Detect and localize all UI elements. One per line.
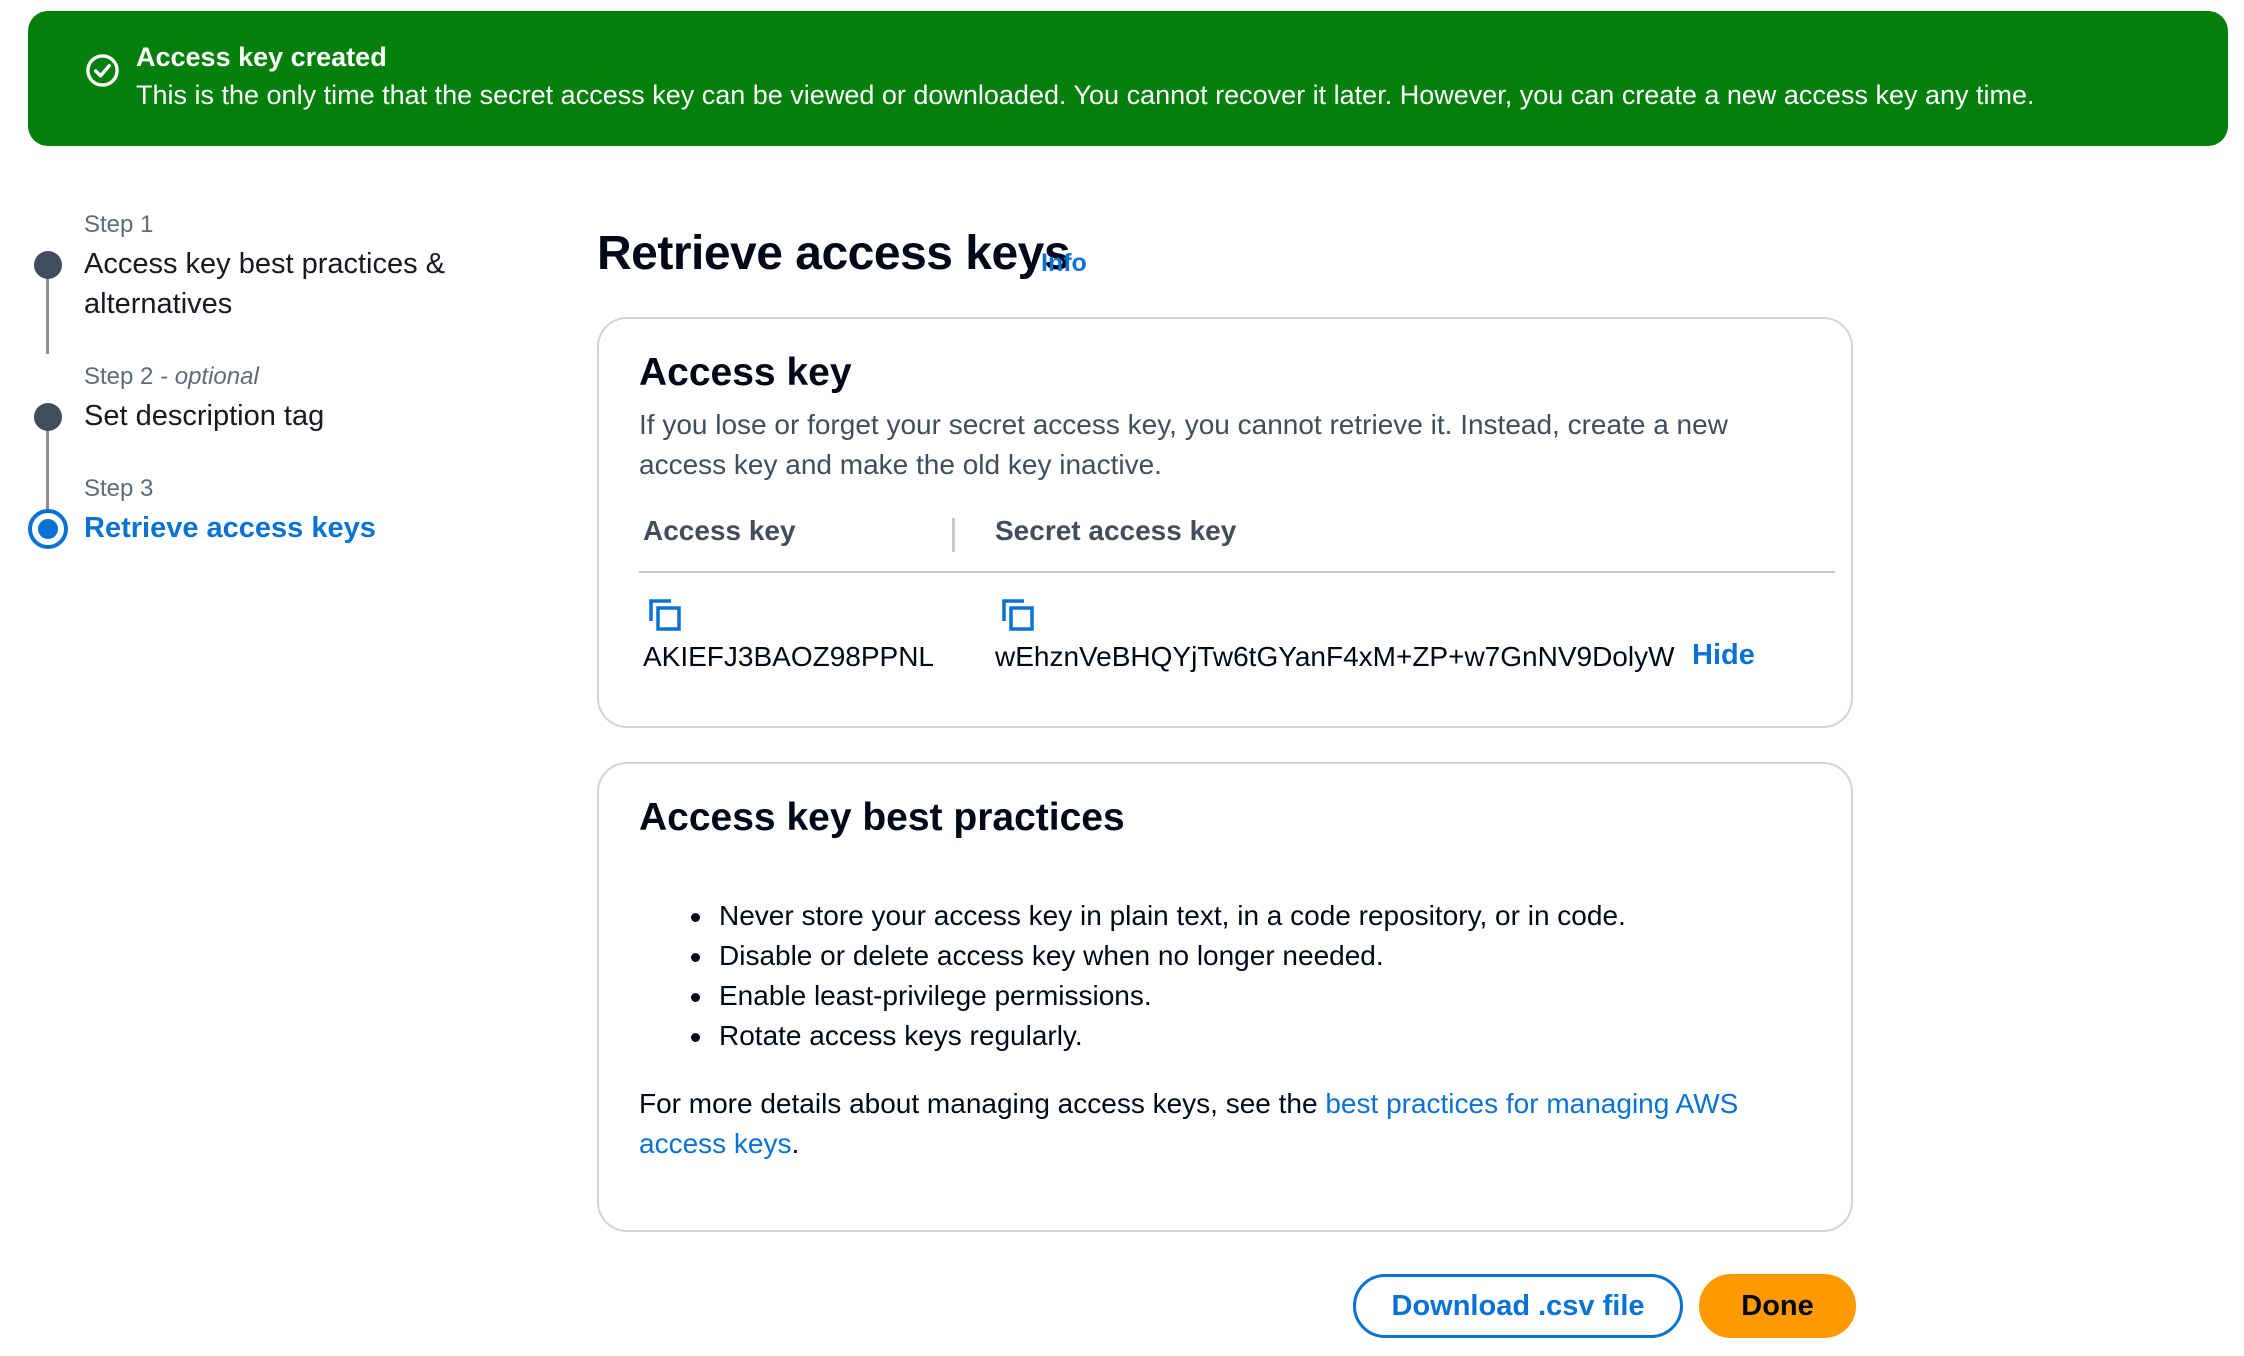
flash-title: Access key created [136, 42, 387, 72]
hide-secret-key-link[interactable]: Hide [1692, 639, 1755, 672]
column-header-access-key: Access key [643, 515, 796, 546]
table-divider [639, 571, 1835, 573]
download-csv-button[interactable]: Download .csv file [1353, 1274, 1683, 1338]
check-circle-icon [86, 54, 119, 87]
step-connector [46, 430, 49, 510]
success-flash-banner: Access key created This is the only time… [28, 11, 2228, 146]
step-3-title: Retrieve access keys [84, 512, 376, 544]
best-practices-list: Never store your access key in plain tex… [679, 896, 1626, 1056]
best-practices-footer: For more details about managing access k… [639, 1088, 1739, 1159]
step-2-number: Step 2 - optional [84, 363, 259, 390]
column-separator [952, 518, 955, 552]
step-1-number: Step 1 [84, 211, 154, 238]
page-title: Retrieve access keys [597, 227, 1071, 280]
best-practices-heading: Access key best practices [639, 796, 1125, 839]
step-3-number: Step 3 [84, 475, 154, 502]
secret-access-key-value: wEhznVeBHQYjTw6tGYanF4xM+ZP+w7GnNV9DolyW [995, 641, 1675, 672]
access-key-container: Access key If you lose or forget your se… [597, 317, 1853, 728]
info-link[interactable]: Info [1041, 249, 1087, 278]
access-key-heading: Access key [639, 351, 852, 394]
copy-secret-key-icon[interactable] [1000, 597, 1036, 633]
column-header-secret-access-key: Secret access key [995, 515, 1237, 546]
wizard-step-navigation: Step 1 Access key best practices & alter… [0, 200, 520, 560]
done-button[interactable]: Done [1699, 1274, 1856, 1338]
step-2-indicator [34, 403, 62, 431]
list-item: Rotate access keys regularly. [679, 1016, 1626, 1056]
access-key-value: AKIEFJ3BAOZ98PPNL [643, 641, 935, 672]
list-item: Disable or delete access key when no lon… [679, 936, 1626, 976]
step-1-title[interactable]: Access key best practices & alternatives [84, 244, 445, 324]
step-1-indicator [34, 251, 62, 279]
step-2-title[interactable]: Set description tag [84, 396, 324, 436]
step-3-indicator [28, 509, 68, 549]
flash-message: This is the only time that the secret ac… [136, 80, 2035, 110]
list-item: Never store your access key in plain tex… [679, 896, 1626, 936]
best-practices-container: Access key best practices Never store yo… [597, 762, 1853, 1232]
copy-access-key-icon[interactable] [647, 597, 683, 633]
list-item: Enable least-privilege permissions. [679, 976, 1626, 1016]
access-key-description: If you lose or forget your secret access… [639, 409, 1728, 480]
step-connector [46, 276, 49, 354]
